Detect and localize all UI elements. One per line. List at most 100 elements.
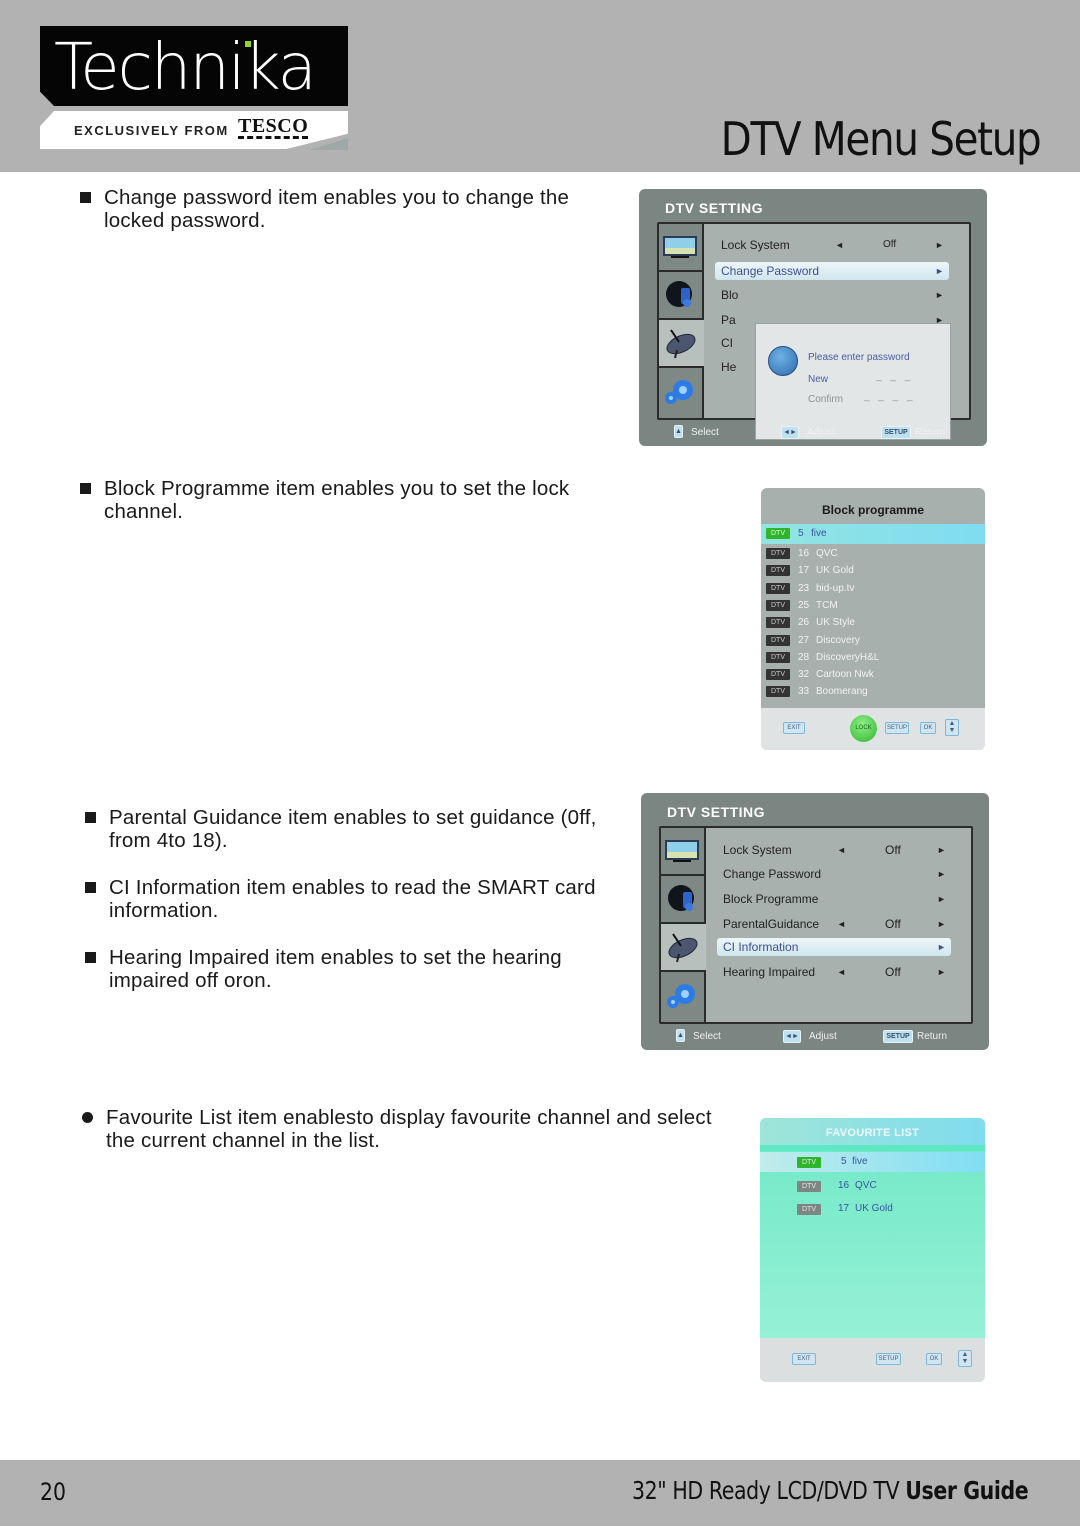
arrow-right-icon[interactable]: ► bbox=[937, 890, 946, 908]
channel-row[interactable]: DTV 32 Cartoon Nwk bbox=[761, 666, 985, 683]
item-label: Lock System bbox=[721, 238, 790, 252]
section-text: Favourite List item enablesto display fa… bbox=[106, 1106, 712, 1152]
favourite-row[interactable]: DTV 17 UK Gold bbox=[760, 1199, 985, 1219]
dtv-tag: DTV bbox=[766, 599, 790, 611]
panel-title: DTV SETTING bbox=[665, 200, 764, 216]
item-label: ParentalGuidance bbox=[723, 917, 820, 931]
favourite-row[interactable]: DTV 16 QVC bbox=[760, 1176, 985, 1196]
channel-row[interactable]: DTV 16 QVC bbox=[761, 545, 985, 562]
square-bullet-icon bbox=[80, 483, 91, 494]
channel-number: 17 bbox=[798, 565, 810, 577]
ok-button[interactable]: OK bbox=[926, 1353, 942, 1365]
menu-item-change-password[interactable]: Change Password ► bbox=[717, 865, 951, 883]
setup-button[interactable]: SETUP bbox=[876, 1353, 901, 1365]
arrow-right-icon[interactable]: ► bbox=[935, 236, 944, 254]
item-label: Change Password bbox=[721, 264, 820, 278]
channel-number: 5 bbox=[841, 1156, 847, 1167]
channel-row[interactable]: DTV 28 DiscoveryH&L bbox=[761, 649, 985, 666]
circle-bullet-icon bbox=[82, 1112, 93, 1123]
channel-row[interactable]: DTV 17 UK Gold bbox=[761, 562, 985, 579]
channel-row[interactable]: DTV 33 Boomerang bbox=[761, 683, 985, 700]
item-label: Block Programme bbox=[723, 892, 819, 906]
dtv-tag: DTV bbox=[766, 669, 790, 681]
tab-channel[interactable] bbox=[659, 320, 704, 368]
square-bullet-icon bbox=[80, 192, 91, 203]
updown-button[interactable]: ▲ ▼ bbox=[945, 719, 959, 736]
channel-row[interactable]: DTV 5 five bbox=[761, 524, 985, 544]
arrow-left-icon[interactable]: ◄ bbox=[837, 841, 846, 859]
section-change-password: Change password item enables you to chan… bbox=[80, 186, 620, 232]
arrow-right-icon[interactable]: ► bbox=[935, 262, 944, 280]
channel-row[interactable]: DTV 27 Discovery bbox=[761, 632, 985, 649]
ok-button[interactable]: OK bbox=[920, 722, 936, 734]
channel-row[interactable]: DTV 26 UK Style bbox=[761, 614, 985, 631]
dtv-tag: DTV bbox=[797, 1180, 821, 1192]
section-text: Parental Guidance item enables to set gu… bbox=[109, 806, 597, 852]
footer-band: 20 32" HD Ready LCD/DVD TV User Guide bbox=[0, 1460, 1080, 1526]
adjust-hint: Adjust bbox=[807, 427, 835, 438]
arrow-left-icon[interactable]: ◄ bbox=[837, 963, 846, 981]
tab-setup[interactable] bbox=[661, 972, 706, 1022]
updown-icon: ▲ ▼ bbox=[961, 1351, 969, 1365]
favourite-row[interactable]: DTV 5 five bbox=[760, 1152, 985, 1172]
item-label: Pa bbox=[721, 313, 736, 327]
tab-picture[interactable] bbox=[659, 224, 704, 272]
confirm-password-field[interactable]: _ _ _ _ bbox=[864, 391, 916, 402]
item-value: Off bbox=[885, 917, 901, 931]
menu-item-parental-guidance[interactable]: ParentalGuidance ◄ Off ► bbox=[717, 915, 951, 933]
tab-sound[interactable] bbox=[659, 272, 704, 320]
arrow-right-icon[interactable]: ► bbox=[937, 865, 946, 883]
gear-settings-icon bbox=[667, 984, 695, 1008]
arrow-right-icon[interactable]: ► bbox=[937, 915, 946, 933]
new-password-field[interactable]: _ _ _ bbox=[876, 371, 913, 382]
menu-item-ci-information[interactable]: CI Information ► bbox=[717, 938, 951, 956]
page-title: DTV Menu Setup bbox=[720, 112, 1041, 166]
panel-title: DTV SETTING bbox=[667, 804, 766, 820]
arrow-right-icon[interactable]: ► bbox=[937, 938, 946, 956]
exit-button[interactable]: EXIT bbox=[792, 1353, 816, 1365]
section-text: Hearing Impaired item enables to set the… bbox=[109, 946, 562, 992]
favourite-list-title: FAVOURITE LIST bbox=[760, 1118, 985, 1145]
smiley-face-icon bbox=[768, 346, 798, 376]
new-password-label: New bbox=[808, 374, 829, 385]
tab-channel[interactable] bbox=[661, 924, 706, 972]
arrow-left-icon[interactable]: ◄ bbox=[835, 236, 844, 254]
square-bullet-icon bbox=[85, 952, 96, 963]
leftright-key-icon: ◄► bbox=[781, 426, 799, 439]
setup-button[interactable]: SETUP bbox=[885, 722, 909, 734]
dtv-tag: DTV bbox=[766, 565, 790, 577]
menu-item-hearing-impaired[interactable]: Hearing Impaired ◄ Off ► bbox=[717, 963, 951, 981]
item-label: He bbox=[721, 360, 737, 374]
menu-item-lock-system[interactable]: Lock System ◄ Off ► bbox=[715, 236, 949, 254]
menu-item-block-programme[interactable]: Blo ► bbox=[715, 286, 949, 304]
arrow-right-icon[interactable]: ► bbox=[937, 841, 946, 859]
favourite-list-panel: FAVOURITE LIST DTV 5 five DTV 16 QVC DTV 17 UK G… bbox=[760, 1118, 985, 1382]
menu-item-block-programme[interactable]: Block Programme ► bbox=[717, 890, 951, 908]
channel-name: five bbox=[852, 1156, 868, 1167]
dtv-tag: DTV bbox=[766, 651, 790, 663]
tab-setup[interactable] bbox=[659, 368, 704, 418]
tab-sound[interactable] bbox=[661, 876, 706, 924]
lock-button[interactable]: LOCK bbox=[850, 715, 877, 742]
channel-row[interactable]: DTV 23 bid-up.tv bbox=[761, 580, 985, 597]
menu-item-lock-system[interactable]: Lock System ◄ Off ► bbox=[717, 841, 951, 859]
channel-number: 26 bbox=[798, 617, 810, 629]
updown-button[interactable]: ▲ ▼ bbox=[958, 1350, 972, 1367]
channel-row[interactable]: DTV 25 TCM bbox=[761, 597, 985, 614]
return-hint: Return bbox=[917, 1031, 948, 1042]
leftright-key-icon: ◄► bbox=[783, 1030, 801, 1043]
logo-retailer: TESCO bbox=[238, 115, 309, 139]
tv-picture-icon bbox=[665, 840, 699, 862]
arrow-left-icon[interactable]: ◄ bbox=[837, 915, 846, 933]
tab-picture[interactable] bbox=[661, 828, 706, 876]
channel-name: DiscoveryH&L bbox=[816, 651, 880, 663]
block-programme-panel: Block programme DTV 5 five DTV 16 QVC DTV 17 UK … bbox=[761, 488, 985, 750]
block-programme-button-bar: EXIT LOCK SETUP OK ▲ ▼ bbox=[761, 708, 985, 750]
arrow-right-icon[interactable]: ► bbox=[937, 963, 946, 981]
exit-button[interactable]: EXIT bbox=[783, 722, 805, 734]
dtv-tag: DTV bbox=[766, 548, 790, 559]
channel-name: QVC bbox=[855, 1179, 877, 1191]
section-favourite-list: Favourite List item enablesto display fa… bbox=[82, 1106, 712, 1152]
menu-item-change-password[interactable]: Change Password ► bbox=[715, 262, 949, 280]
arrow-right-icon[interactable]: ► bbox=[935, 286, 944, 304]
